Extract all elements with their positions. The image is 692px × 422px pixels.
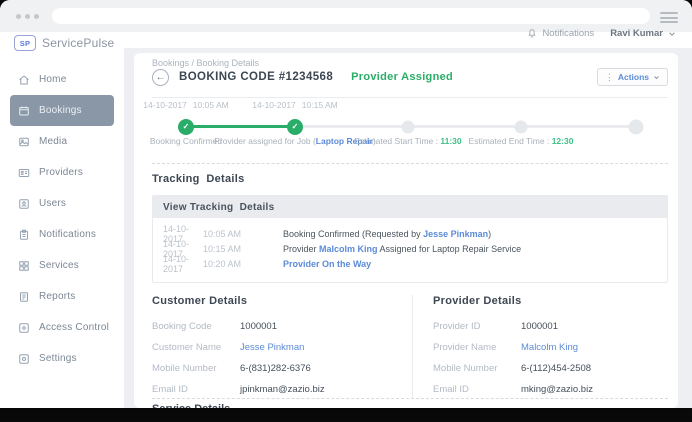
vertical-dots-icon: ⋮ (605, 73, 614, 82)
field-row: Booking Code 1000001 (152, 316, 402, 337)
customer-details: Customer Details Booking Code 1000001 Cu… (152, 295, 402, 400)
media-icon (18, 136, 30, 148)
sidebar-item-notifications[interactable]: Notifications (0, 219, 124, 250)
field-row: Provider ID 1000001 (433, 316, 668, 337)
report-icon (18, 291, 30, 303)
timeline-step-label: Provider assigned for Job (Laptop Repair… (214, 136, 376, 146)
sidebar-item-users[interactable]: Users (0, 188, 124, 219)
provider-name-link[interactable]: Malcolm King (521, 342, 578, 353)
provider-details: Provider Details Provider ID 1000001 Pro… (412, 295, 668, 398)
sidebar-item-media[interactable]: Media (0, 126, 124, 157)
app-logo[interactable]: SP ServicePulse (14, 35, 114, 51)
tracking-section-title: Tracking Details (152, 173, 245, 185)
actions-button[interactable]: ⋮ Actions (597, 68, 668, 86)
sidebar-item-label: Users (39, 198, 66, 209)
page-title: BOOKING CODE #1234568 (179, 71, 333, 83)
sidebar-item-label: Bookings (39, 105, 82, 116)
status-badge: Provider Assigned (351, 71, 453, 83)
actions-label: Actions (618, 72, 649, 82)
sidebar-item-settings[interactable]: Settings (0, 343, 124, 374)
booking-timeline: 14-10-201710:05 AM 14-10-201710:15 AM ✓ … (134, 98, 678, 162)
window-control-dots[interactable] (16, 14, 39, 19)
user-menu[interactable]: Ravi Kumar (610, 28, 676, 39)
sidebar-item-label: Reports (39, 291, 75, 302)
tracking-panel-header: View Tracking Details (153, 196, 667, 218)
tracking-row: 14-10-2017 10:05 AM Booking Confirmed (R… (163, 226, 657, 241)
url-bar[interactable] (52, 8, 650, 24)
clipboard-icon (18, 229, 30, 241)
field-row: Mobile Number 6-(112)454-2508 (433, 358, 668, 379)
provider-status-link[interactable]: Provider On the Way (283, 259, 371, 269)
sidebar-item-providers[interactable]: Providers (0, 157, 124, 188)
sidebar-item-services[interactable]: Services (0, 250, 124, 281)
provider-name-link[interactable]: Malcolm King (319, 244, 378, 254)
field-row: Customer Name Jesse Pinkman (152, 337, 402, 358)
sidebar-item-reports[interactable]: Reports (0, 281, 124, 312)
field-row: Email ID mking@zazio.biz (433, 379, 668, 400)
tracking-row: 14-10-2017 10:20 AM Provider On the Way (163, 256, 657, 271)
field-row: Email ID jpinkman@zazio.biz (152, 379, 402, 400)
calendar-icon (18, 105, 30, 117)
access-control-icon (18, 322, 30, 334)
booking-details-card: Bookings / Booking Details ← BOOKING COD… (134, 53, 678, 408)
field-row: Provider Name Malcolm King (433, 337, 668, 358)
id-card-icon (18, 167, 30, 179)
back-button[interactable]: ← (152, 69, 169, 86)
sidebar-item-label: Access Control (39, 322, 109, 333)
brand-name: ServicePulse (42, 36, 114, 50)
tracking-panel: View Tracking Details 14-10-2017 10:05 A… (152, 195, 668, 283)
window-dot-icon[interactable] (16, 14, 21, 19)
browser-menu-icon[interactable] (660, 12, 678, 26)
user-icon (18, 198, 30, 210)
sidebar-item-label: Notifications (39, 229, 96, 240)
timeline-node-pending-icon (515, 120, 528, 133)
timeline-date: 14-10-201710:15 AM (252, 100, 337, 110)
sidebar-item-home[interactable]: Home (0, 64, 124, 95)
sidebar: Home Bookings Media Providers Users Noti… (0, 64, 124, 374)
home-icon (18, 74, 30, 86)
timeline-node-done-icon: ✓ (287, 119, 303, 135)
header-right: Notifications Ravi Kumar (527, 28, 676, 39)
timeline-node-pending-icon (402, 120, 415, 133)
tracking-row: 14-10-2017 10:15 AM Provider Malcolm Kin… (163, 241, 657, 256)
main-area: Bookings / Booking Details ← BOOKING COD… (124, 48, 692, 408)
service-details-title: Service Details (152, 403, 230, 408)
timeline-step-label: Estimated Start Time : 11:30 (354, 136, 461, 146)
gear-icon (18, 353, 30, 365)
title-row: ← BOOKING CODE #1234568 Provider Assigne… (152, 67, 668, 87)
sidebar-item-label: Media (39, 136, 67, 147)
sidebar-item-label: Settings (39, 353, 77, 364)
timeline-node-end-icon (629, 119, 644, 134)
customer-name-link[interactable]: Jesse Pinkman (423, 229, 488, 239)
sidebar-item-label: Services (39, 260, 79, 271)
timeline-step-label: Estimated End Time : 12:30 (469, 136, 574, 146)
customer-name-link[interactable]: Jesse Pinkman (240, 342, 304, 353)
grid-icon (18, 260, 30, 272)
timeline-step-label: Booking Confirmed (150, 136, 222, 146)
logo-icon: SP (14, 35, 36, 51)
sidebar-item-bookings[interactable]: Bookings (10, 95, 114, 126)
chevron-down-icon (653, 75, 660, 80)
notifications-button[interactable]: Notifications (527, 28, 594, 39)
chevron-down-icon (668, 31, 676, 37)
details-section: Customer Details Booking Code 1000001 Cu… (134, 291, 678, 398)
sidebar-item-label: Home (39, 74, 66, 85)
sidebar-item-label: Providers (39, 167, 83, 178)
notifications-label: Notifications (542, 28, 594, 39)
provider-details-title: Provider Details (433, 295, 668, 307)
browser-window: SP ServicePulse Notifications Ravi Kumar… (0, 0, 692, 408)
window-dot-icon[interactable] (25, 14, 30, 19)
timeline-date: 14-10-201710:05 AM (143, 100, 228, 110)
window-dot-icon[interactable] (34, 14, 39, 19)
dashed-divider (152, 398, 668, 399)
bell-icon (527, 28, 537, 39)
user-name: Ravi Kumar (610, 28, 663, 39)
timeline-track-done (186, 125, 295, 128)
sidebar-item-access-control[interactable]: Access Control (0, 312, 124, 343)
timeline-node-done-icon: ✓ (178, 119, 194, 135)
dashed-divider (152, 163, 668, 164)
customer-details-title: Customer Details (152, 295, 402, 307)
field-row: Mobile Number 6-(831)282-6376 (152, 358, 402, 379)
